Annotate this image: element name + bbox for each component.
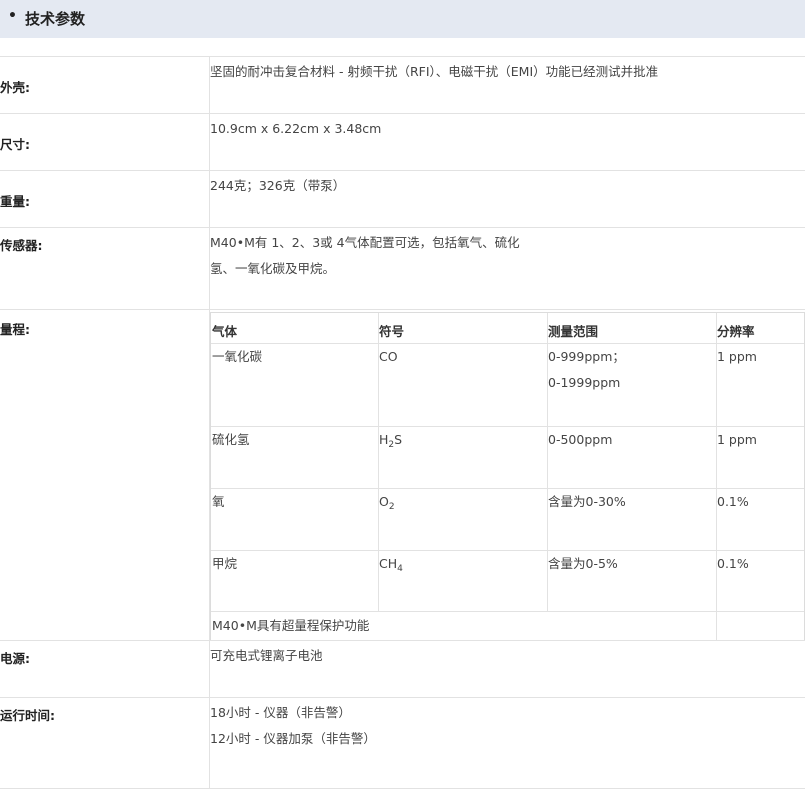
spec-row-housing: 外壳: 坚固的耐冲击复合材料 - 射频干扰（RFI）、电磁干扰（EMI）功能已经… bbox=[0, 56, 805, 114]
range-footnote: M40•M具有超量程保护功能 bbox=[212, 618, 370, 633]
table-cell-range: 含量为0-30% bbox=[548, 494, 626, 509]
column-header-gas: 气体 bbox=[212, 324, 238, 339]
spec-label: 电源: bbox=[0, 651, 30, 666]
spec-value-line: 18小时 - 仪器（非告警） bbox=[210, 705, 351, 720]
column-header-symbol: 符号 bbox=[379, 324, 405, 339]
table-cell-resolution: 1 ppm bbox=[717, 432, 757, 447]
range-table: 气体 符号 测量范围 分辨率 一氧化碳 CO 0-999ppm； 0-1999p… bbox=[210, 312, 805, 641]
section-header: • 技术参数 bbox=[0, 0, 805, 38]
spec-label: 运行时间: bbox=[0, 708, 55, 723]
section-title: 技术参数 bbox=[25, 10, 86, 28]
spec-value-line: M40•M有 1、2、3或 4气体配置可选，包括氧气、硫化 bbox=[210, 235, 520, 250]
spec-value: 18小时 - 仪器（非告警） 12小时 - 仪器加泵（非告警） bbox=[210, 700, 376, 752]
spec-label: 尺寸: bbox=[0, 137, 30, 152]
table-cell-symbol: CO bbox=[379, 349, 398, 364]
spec-value-line: 氢、一氧化碳及甲烷。 bbox=[210, 261, 336, 276]
table-cell-resolution: 0.1% bbox=[717, 494, 749, 509]
spec-value: 10.9cm x 6.22cm x 3.48cm bbox=[210, 121, 382, 136]
spec-value: 244克；326克（带泵） bbox=[210, 178, 346, 193]
spec-row-sensors: 传感器: M40•M有 1、2、3或 4气体配置可选，包括氧气、硫化 氢、一氧化… bbox=[0, 227, 805, 310]
table-cell-gas: 甲烷 bbox=[212, 556, 238, 571]
spec-value: M40•M有 1、2、3或 4气体配置可选，包括氧气、硫化 氢、一氧化碳及甲烷。 bbox=[210, 230, 520, 282]
spec-row-weight: 重量: 244克；326克（带泵） bbox=[0, 170, 805, 228]
table-cell-range: 0-500ppm bbox=[548, 432, 613, 447]
spec-value: 坚固的耐冲击复合材料 - 射频干扰（RFI）、电磁干扰（EMI）功能已经测试并批… bbox=[210, 64, 659, 79]
table-cell-resolution: 0.1% bbox=[717, 556, 749, 571]
table-cell-gas: 硫化氢 bbox=[212, 432, 250, 447]
table-cell-gas: 氧 bbox=[212, 494, 225, 509]
spec-label: 外壳: bbox=[0, 80, 30, 95]
table-cell-resolution: 1 ppm bbox=[717, 349, 757, 364]
spec-row-runtime: 运行时间: 18小时 - 仪器（非告警） 12小时 - 仪器加泵（非告警） bbox=[0, 697, 805, 789]
spec-value: 可充电式锂离子电池 bbox=[210, 648, 323, 663]
spec-row-size: 尺寸: 10.9cm x 6.22cm x 3.48cm bbox=[0, 113, 805, 171]
spec-label: 量程: bbox=[0, 322, 30, 337]
column-header-range: 测量范围 bbox=[548, 324, 599, 339]
table-cell-range: 0-999ppm； 0-1999ppm bbox=[548, 349, 625, 390]
bullet-icon: • bbox=[8, 8, 17, 24]
spec-value-line: 12小时 - 仪器加泵（非告警） bbox=[210, 731, 376, 746]
table-cell-symbol: CH4 bbox=[379, 556, 403, 574]
table-cell-range: 含量为0-5% bbox=[548, 556, 618, 571]
spec-row-power: 电源: 可充电式锂离子电池 bbox=[0, 640, 805, 698]
spec-label: 传感器: bbox=[0, 238, 43, 253]
table-cell-symbol: H2S bbox=[379, 432, 403, 450]
table-cell-gas: 一氧化碳 bbox=[212, 349, 263, 364]
table-cell-symbol: O2 bbox=[379, 494, 395, 512]
column-header-resolution: 分辨率 bbox=[717, 324, 755, 339]
spec-row-range: 量程: 气体 符号 测量范围 分辨率 一氧化碳 CO 0-999ppm； 0-1… bbox=[0, 309, 805, 641]
spec-label: 重量: bbox=[0, 194, 30, 209]
